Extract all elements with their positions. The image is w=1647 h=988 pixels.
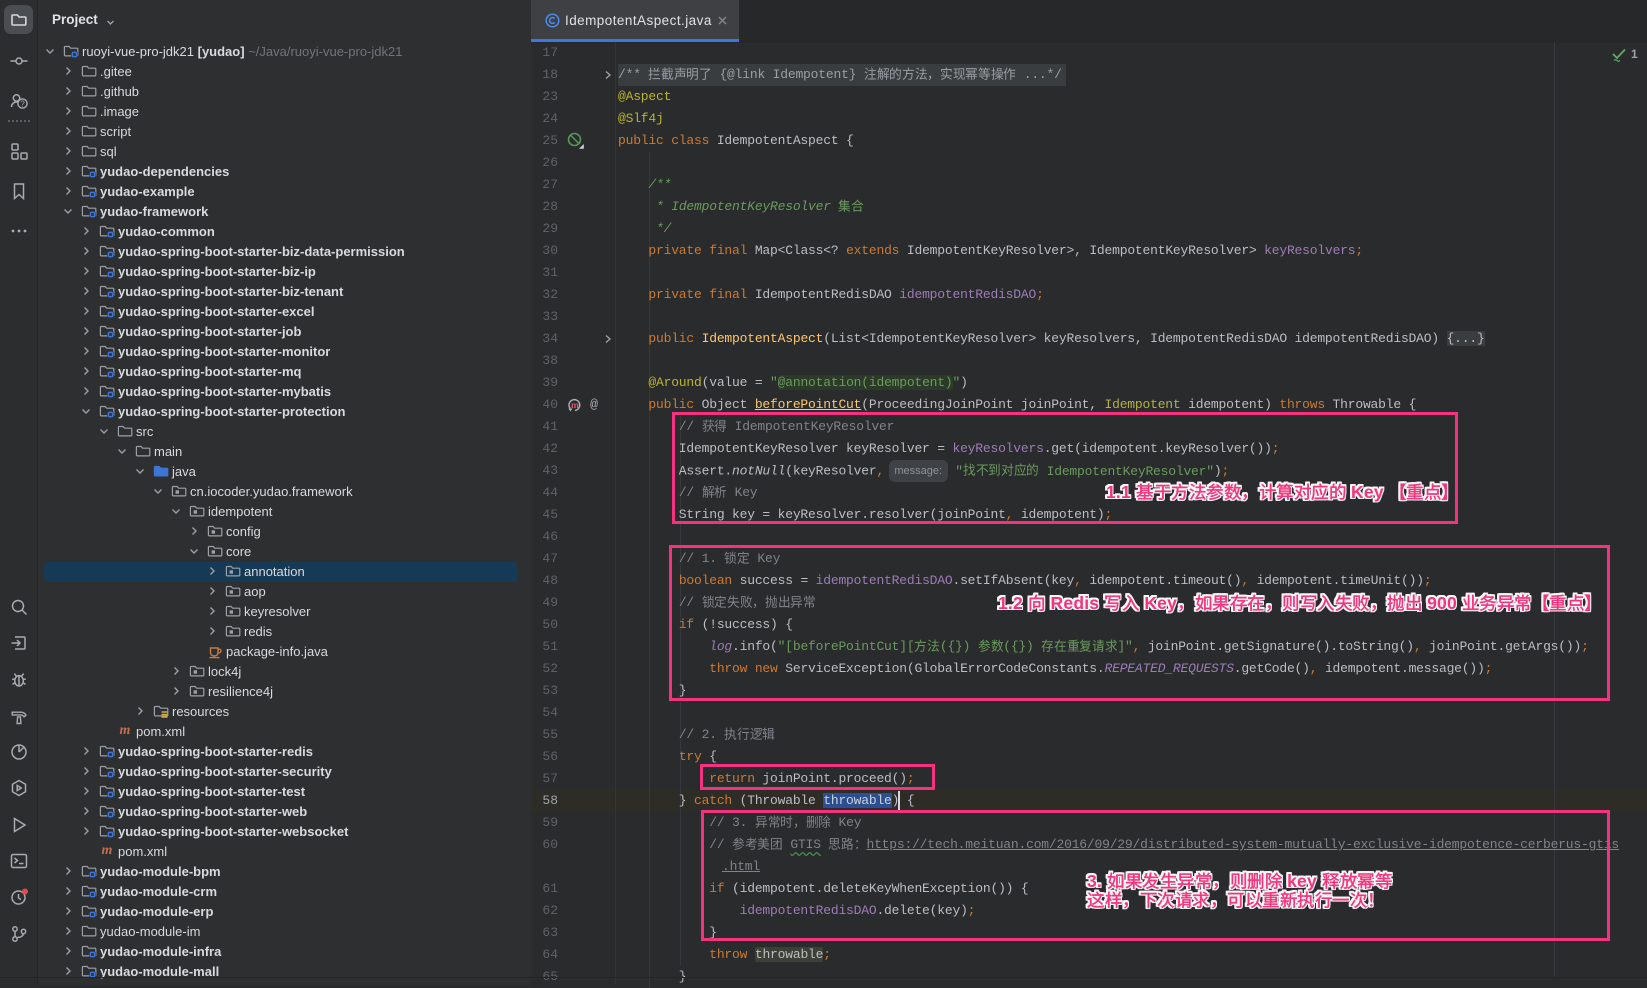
svg-text:m: m (571, 401, 579, 411)
svg-text:?: ? (20, 100, 25, 109)
